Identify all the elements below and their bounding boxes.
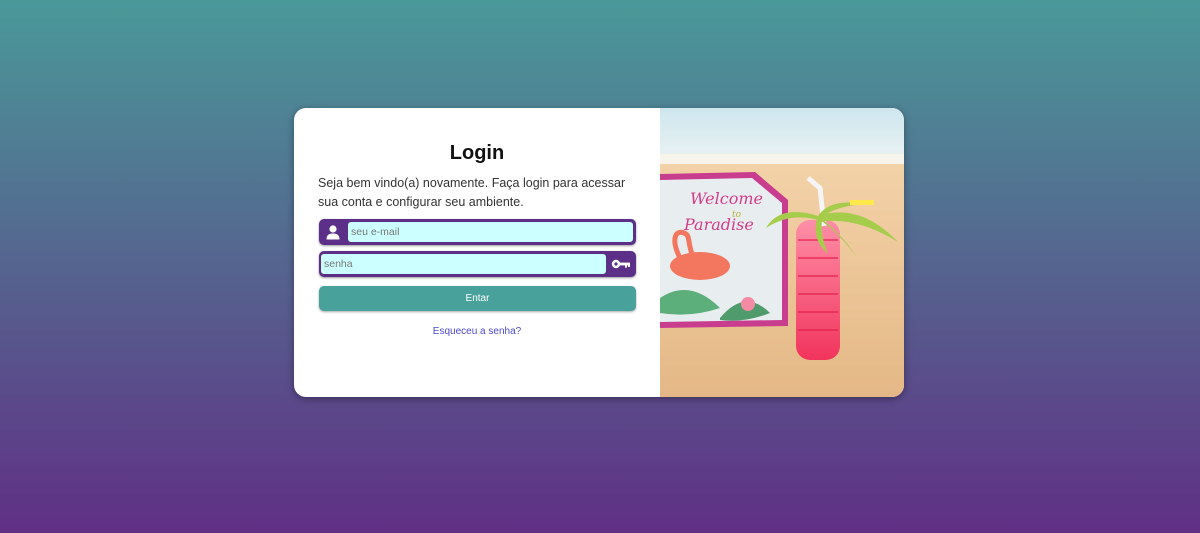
submit-button[interactable]: Entar	[319, 286, 636, 311]
login-form-panel: Login Seja bem vindo(a) novamente. Faça …	[294, 108, 660, 397]
forgot-password-link[interactable]: Esqueceu a senha?	[294, 326, 660, 337]
welcome-text: Seja bem vindo(a) novamente. Faça login …	[318, 176, 626, 209]
beach-photo: Welcome to Paradise	[660, 108, 904, 397]
user-icon	[319, 219, 347, 245]
sign-text-paradise: Paradise	[683, 215, 754, 234]
password-field-group	[319, 251, 636, 277]
page-title: Login	[449, 142, 505, 164]
sign-text-welcome: Welcome	[690, 189, 763, 208]
email-field-group	[319, 219, 636, 245]
email-input[interactable]	[347, 221, 634, 243]
key-icon	[607, 251, 635, 277]
login-card: Login Seja bem vindo(a) novamente. Faça …	[294, 108, 904, 397]
password-input[interactable]	[320, 253, 607, 275]
